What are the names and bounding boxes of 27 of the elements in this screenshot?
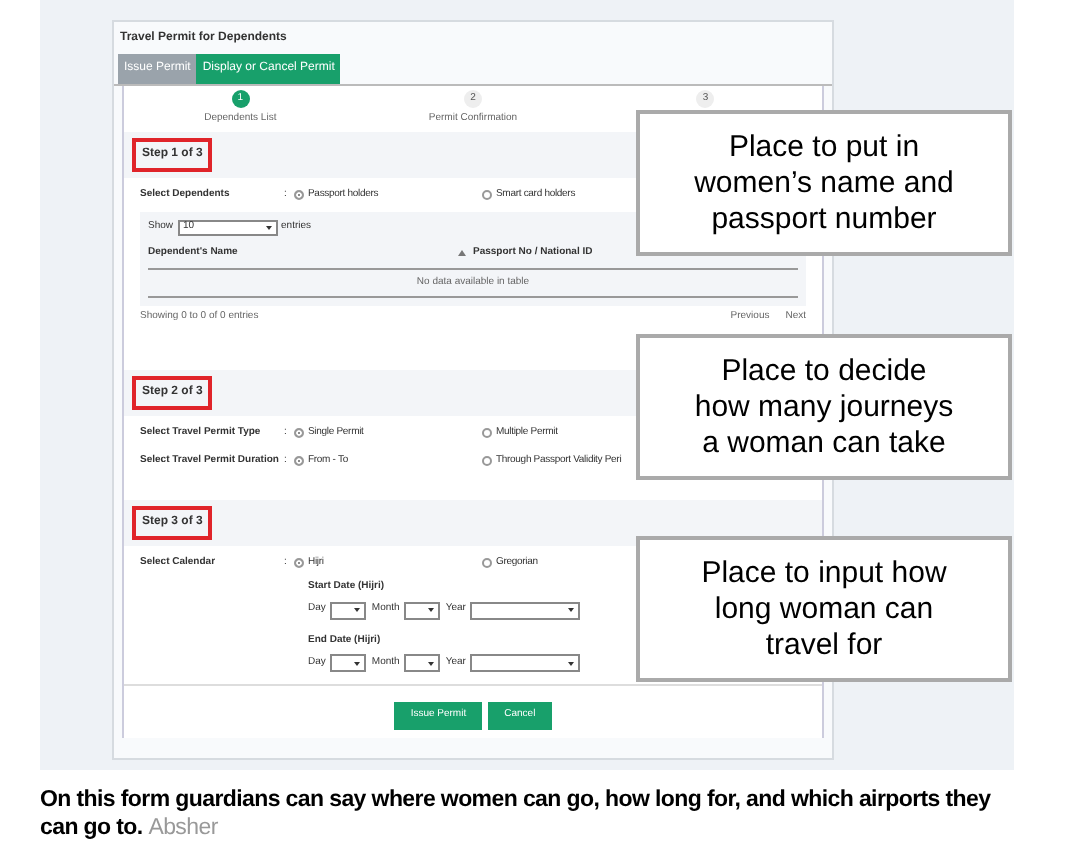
caret-icon [427, 608, 434, 612]
radio-button[interactable] [294, 557, 304, 568]
annotation-callout: Place to input how long woman can travel for [636, 536, 1012, 682]
radio-button[interactable] [294, 189, 304, 200]
dropdown[interactable] [403, 601, 440, 619]
caret-icon [353, 661, 360, 665]
annotation-callout: Place to decide how many journeys a woman can take [636, 334, 1012, 480]
dropdown[interactable] [329, 654, 366, 672]
dropdown[interactable] [469, 654, 580, 672]
caret-icon [353, 608, 360, 612]
radio-button[interactable] [482, 189, 492, 200]
dropdown[interactable] [329, 601, 366, 619]
radio-button[interactable] [482, 427, 492, 438]
caret-icon [567, 608, 574, 612]
photo-credit: Absher [148, 816, 218, 840]
radio-button[interactable] [482, 557, 492, 568]
sort-icon[interactable] [457, 250, 465, 257]
dropdown[interactable] [469, 601, 580, 619]
caption: On this form guardians can say where women can go, how long for, and which airports they can go to. Absher [38, 786, 993, 842]
caret-icon [265, 226, 272, 230]
caret-icon [427, 661, 434, 665]
radio-button[interactable] [482, 456, 492, 467]
radio-button[interactable] [294, 427, 304, 438]
annotation-callout: Place to put in women’s name and passport number [636, 110, 1012, 256]
caret-icon [567, 661, 574, 665]
radio-button[interactable] [294, 456, 304, 467]
dropdown[interactable] [403, 654, 440, 672]
